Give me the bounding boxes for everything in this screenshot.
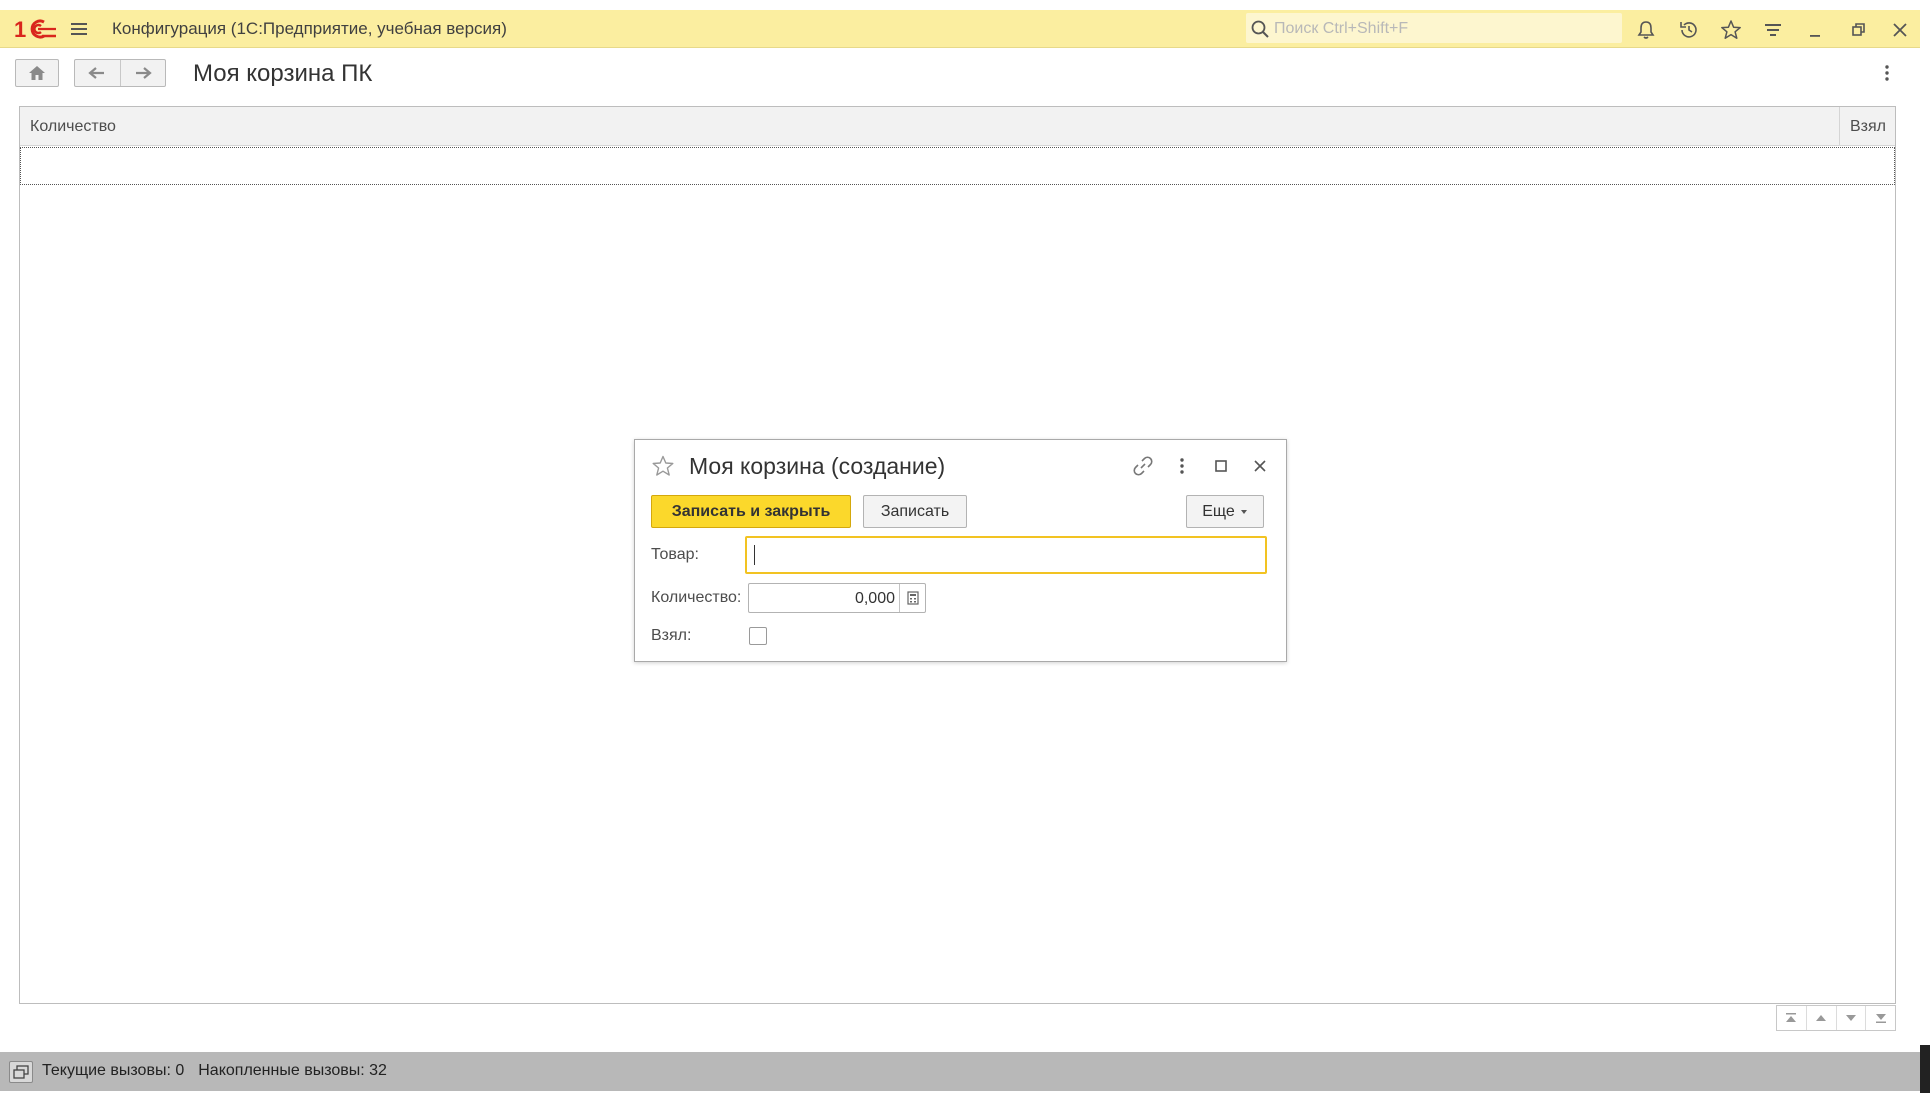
history-nav — [74, 59, 166, 87]
funnel-icon[interactable] — [1761, 18, 1785, 42]
text-caret — [754, 545, 755, 565]
save-and-close-button[interactable]: Записать и закрыть — [651, 495, 851, 528]
arrow-left-icon — [88, 67, 105, 79]
create-record-dialog: Моя корзина (создание) Записать и закрыт… — [634, 439, 1287, 662]
home-icon — [27, 64, 47, 82]
goods-label: Товар: — [651, 546, 699, 563]
close-icon[interactable] — [1888, 18, 1912, 42]
table-scroll-buttons — [1776, 1005, 1896, 1031]
table-header: Количество Взял — [20, 107, 1895, 146]
search-box[interactable] — [1246, 13, 1622, 43]
quantity-value: 0,000 — [854, 590, 895, 607]
took-checkbox[interactable] — [749, 627, 767, 645]
minimize-icon[interactable] — [1803, 18, 1827, 42]
quantity-input[interactable]: 0,000 — [748, 583, 926, 613]
column-header-took: Взял — [1850, 118, 1887, 135]
goods-input[interactable] — [745, 536, 1267, 574]
search-icon — [1250, 19, 1270, 39]
scroll-bottom-icon[interactable] — [1866, 1006, 1895, 1030]
status-bar: Текущие вызовы: 0 Накопленные вызовы: 32 — [0, 1052, 1920, 1091]
column-header-quantity[interactable]: Количество — [30, 118, 116, 136]
more-button[interactable]: Еще — [1186, 495, 1264, 528]
bell-icon[interactable] — [1634, 18, 1658, 42]
forward-button[interactable] — [121, 60, 166, 86]
current-calls: Текущие вызовы: 0 — [42, 1062, 185, 1079]
table-row[interactable] — [20, 147, 1895, 185]
title-bar: 1 Конфигурация (1С:Предприятие, учебная … — [0, 10, 1920, 48]
link-icon[interactable] — [1131, 454, 1155, 478]
screen-edge — [1920, 1045, 1930, 1093]
scroll-up-icon[interactable] — [1807, 1006, 1837, 1030]
status-calls: Текущие вызовы: 0 Накопленные вызовы: 32 — [42, 1062, 387, 1080]
dialog-title: Моя корзина (создание) — [689, 453, 946, 479]
calculator-icon[interactable] — [899, 584, 925, 612]
close-icon[interactable] — [1248, 454, 1272, 478]
windows-icon[interactable] — [9, 1061, 33, 1083]
quantity-label: Количество: — [651, 589, 742, 606]
chevron-down-icon — [1240, 509, 1248, 515]
menu-icon[interactable] — [68, 19, 90, 39]
star-icon[interactable] — [1719, 18, 1743, 42]
column-header-took-cell[interactable]: Взял — [1839, 107, 1895, 145]
save-button[interactable]: Записать — [863, 495, 967, 528]
page-title: Моя корзина ПК — [193, 60, 373, 87]
search-input[interactable] — [1272, 16, 1616, 42]
maximize-icon[interactable] — [1209, 454, 1233, 478]
more-button-label: Еще — [1202, 502, 1235, 520]
app-logo: 1 — [14, 18, 56, 40]
home-button[interactable] — [15, 59, 59, 87]
total-calls: Накопленные вызовы: 32 — [198, 1062, 387, 1079]
arrow-right-icon — [135, 67, 152, 79]
scroll-down-icon[interactable] — [1837, 1006, 1867, 1030]
restore-icon[interactable] — [1846, 18, 1870, 42]
more-vertical-icon[interactable] — [1170, 454, 1194, 478]
history-icon[interactable] — [1677, 18, 1701, 42]
back-button[interactable] — [75, 60, 121, 86]
favorite-star-icon[interactable] — [651, 454, 675, 478]
took-label: Взял: — [651, 627, 692, 644]
app-title: Конфигурация (1С:Предприятие, учебная ве… — [112, 19, 507, 38]
svg-text:1: 1 — [14, 18, 26, 40]
more-vertical-icon[interactable] — [1880, 62, 1894, 84]
scroll-top-icon[interactable] — [1777, 1006, 1807, 1030]
